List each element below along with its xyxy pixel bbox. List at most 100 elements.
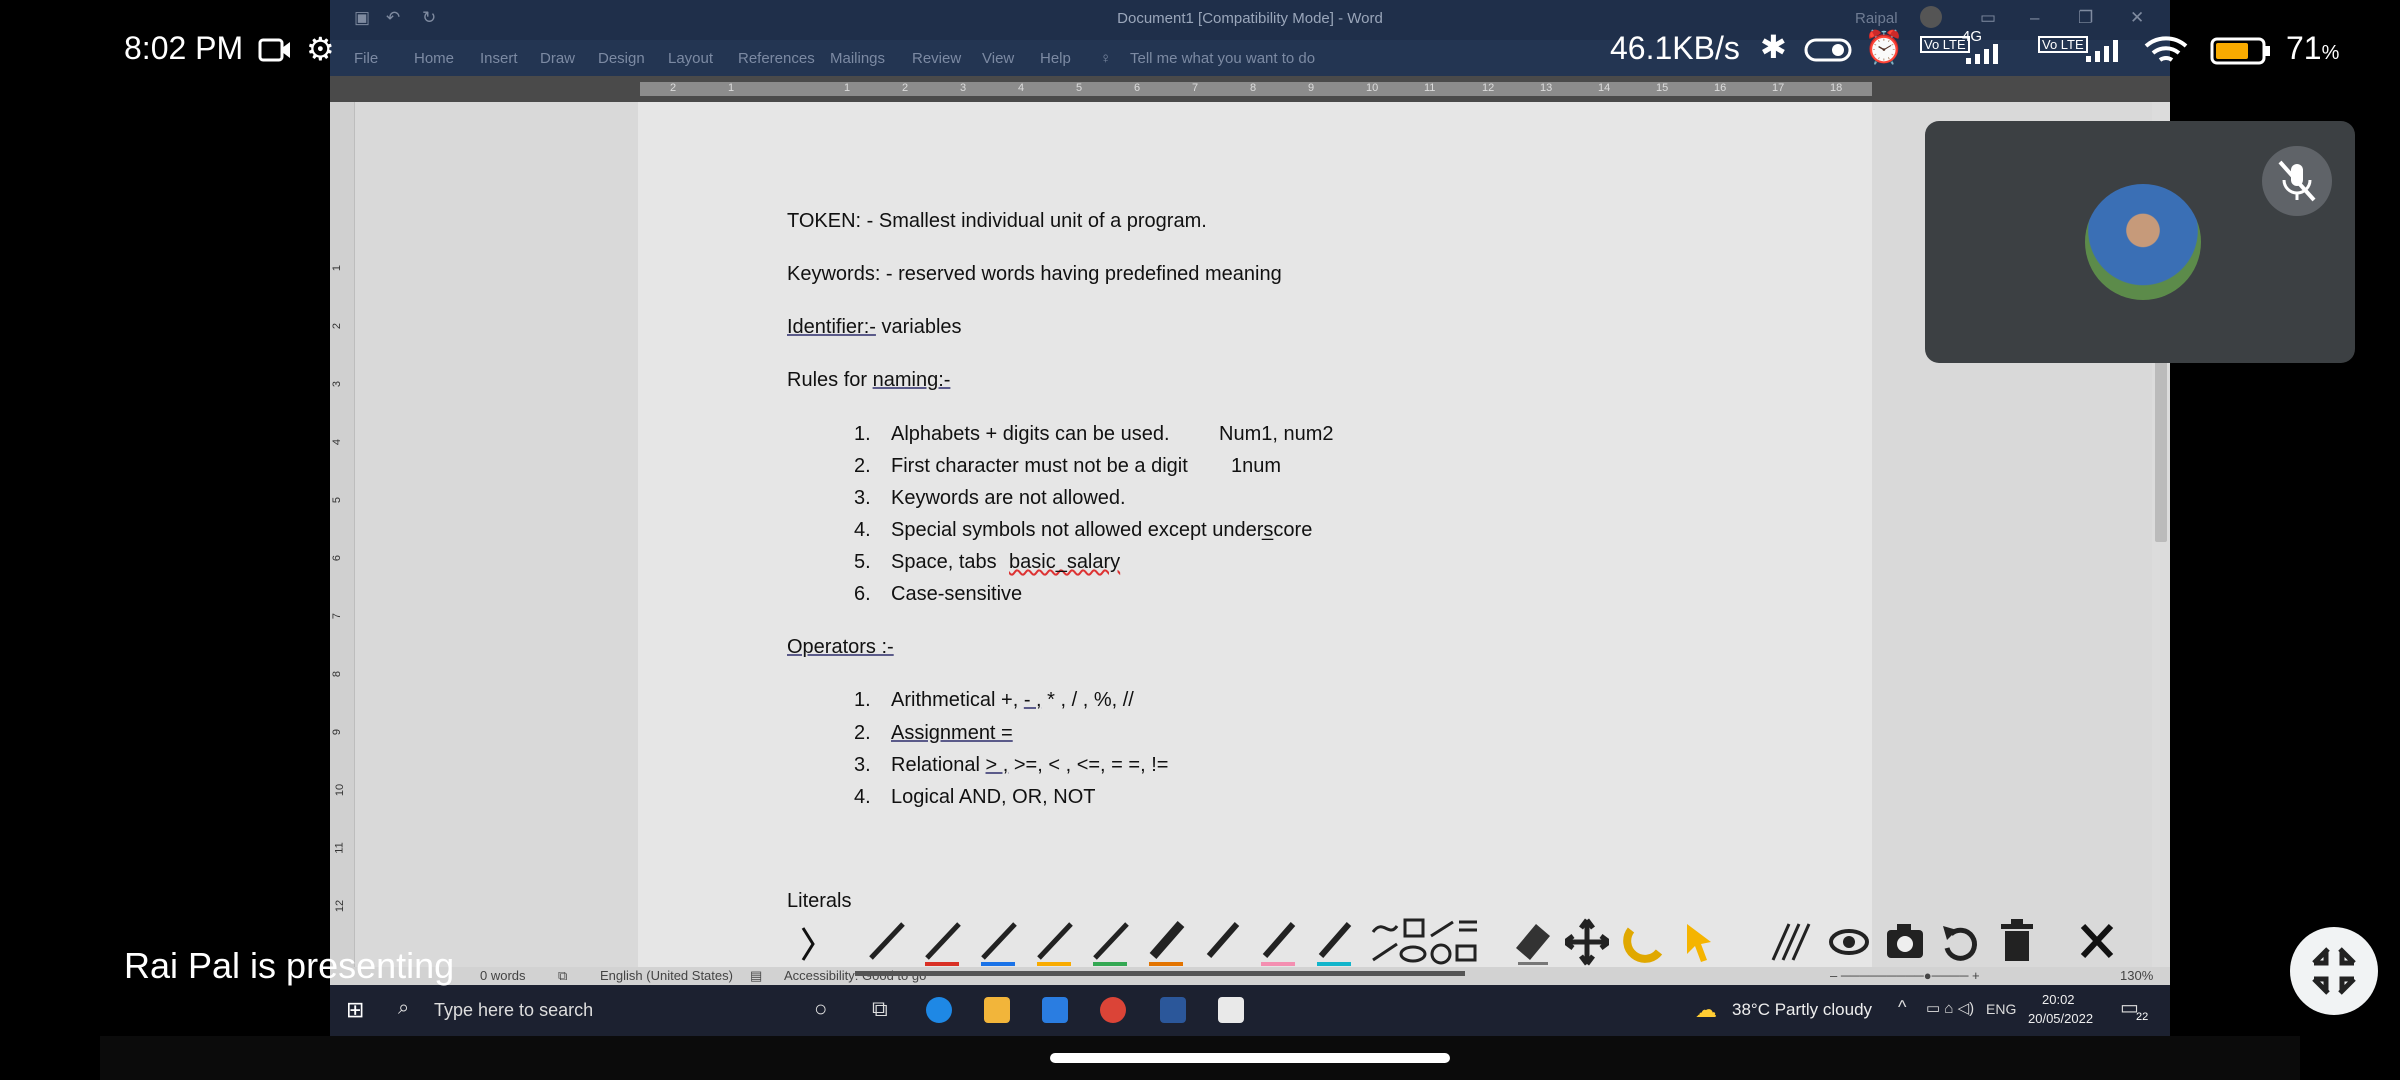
tab-home[interactable]: Home [414,50,454,67]
participant-tile[interactable] [1925,121,2355,363]
tray-chevron-icon[interactable]: ^ [1898,997,1906,1018]
signal-strength-icon [1966,44,1998,64]
move-icon[interactable] [1565,916,1609,968]
op-pre: Relational [891,754,986,776]
tab-draw[interactable]: Draw [540,50,575,67]
undo-icon[interactable] [1939,916,1983,968]
doc-line-identifier: Identifier:- variables [787,316,962,339]
taskbar-search[interactable]: Type here to search [434,1000,593,1021]
home-indicator[interactable] [1050,1053,1450,1063]
op-ul: Assignment = [891,722,1013,744]
clock-date[interactable]: 20/05/2022 [2028,1011,2093,1026]
tab-design[interactable]: Design [598,50,645,67]
ruler-number: 4 [1018,82,1025,94]
list-example: Num1, num2 [1219,423,1334,445]
marker-pink-icon[interactable] [1257,916,1301,968]
marker-teal-icon[interactable] [1313,916,1357,968]
chrome-icon[interactable] [1100,997,1126,1023]
network-speed: 46.1KB/s [1610,30,1740,66]
pen-green-icon[interactable] [1089,916,1133,968]
annotation-toolbar [775,908,2170,980]
file-explorer-icon[interactable] [984,997,1010,1023]
list-item: First character must not be a digit [891,455,1188,477]
shapes-icon[interactable] [1369,916,1479,968]
task-view-icon[interactable]: ⧉ [872,996,888,1022]
pen-blue-icon[interactable] [977,916,1021,968]
edge-icon[interactable] [926,997,952,1023]
pointer-icon[interactable] [1677,916,1721,968]
shared-screen: ▣ ↶ ↻ Document1 [Compatibility Mode] - W… [330,0,2170,1036]
battery-percent: 71% [2286,30,2339,67]
maximize-icon[interactable]: ❐ [2078,8,2093,28]
list-item: Keywords are not allowed. [891,487,1126,509]
mail-icon[interactable] [1042,997,1068,1023]
tell-me-search[interactable]: Tell me what you want to do [1130,50,1315,67]
notes-icon[interactable] [1218,997,1244,1023]
language[interactable]: English (United States) [600,968,733,983]
lightbulb-icon: ♀ [1100,50,1112,67]
search-icon[interactable]: ⌕ [398,997,409,1020]
pen-red-icon[interactable] [921,916,965,968]
eye-icon[interactable] [1827,916,1871,968]
close-annotation-icon[interactable] [2075,916,2119,968]
ruler-number: 4 [331,438,344,446]
windows-start-icon[interactable]: ⊞ [346,997,364,1023]
rules-prefix: Rules for [787,369,873,391]
tray-icons[interactable]: ▭ ⌂ ◁) [1926,999,1974,1017]
participant-avatar [2085,184,2201,300]
weather-text[interactable]: 38°C Partly cloudy [1732,1000,1872,1020]
word-icon[interactable] [1160,997,1186,1023]
pen-yellow-icon[interactable] [1033,916,1077,968]
doc-line-token: TOKEN: - Smallest individual unit of a p… [787,210,1207,232]
ruler-number: 12 [1482,82,1495,94]
tab-help[interactable]: Help [1040,50,1071,67]
document-page[interactable]: TOKEN: - Smallest individual unit of a p… [638,102,1872,967]
ruler-number: 3 [960,82,967,94]
tab-mailings[interactable]: Mailings [830,50,885,67]
tab-insert[interactable]: Insert [480,50,518,67]
close-icon[interactable]: ✕ [2130,8,2144,28]
doc-line-rules: Rules for naming:- [787,369,950,392]
list-item: Assignment = [891,722,1013,745]
ruler-number: 8 [331,670,344,678]
tab-review[interactable]: Review [912,50,961,67]
list-item: Space, tabs [891,551,997,573]
tab-references[interactable]: References [738,50,815,67]
word-count[interactable]: 0 words [480,968,526,983]
signal-strength-2-icon [2086,40,2118,62]
clock-time[interactable]: 20:02 [2042,992,2075,1007]
mic-muted-button[interactable] [2262,146,2332,216]
ruler-number: 13 [1540,82,1553,94]
highlighter-orange-icon[interactable] [1145,916,1189,968]
op-pre: Arithmetical +, [891,689,1024,711]
marker-icon[interactable] [1201,916,1245,968]
list-number: 5. [854,551,871,573]
camera-icon[interactable] [1883,916,1927,968]
ribbon-display-icon[interactable]: ▭ [1980,8,1996,28]
proofing-icon[interactable]: ⧉ [558,968,567,984]
eraser-icon[interactable] [1510,916,1554,968]
trash-icon[interactable] [1995,916,2039,968]
ruler-number: 14 [1598,82,1611,94]
ruler-number: 10 [334,783,347,797]
ruler-number: 1 [844,82,851,94]
clear-strokes-icon[interactable] [1771,916,1815,968]
avatar-small[interactable] [1920,6,1942,28]
battery-value: 71 [2286,30,2322,66]
cortana-icon[interactable]: ○ [814,996,827,1022]
tab-layout[interactable]: Layout [668,50,713,67]
user-name[interactable]: Raipal [1855,10,1898,27]
weather-icon[interactable]: ☁ [1695,997,1717,1023]
ruler-number: 12 [334,899,347,913]
magnet-icon[interactable] [1621,916,1665,968]
input-language[interactable]: ENG [1986,1001,2016,1017]
ruler-number: 17 [1772,82,1785,94]
pen-icon[interactable] [865,916,909,968]
tab-file[interactable]: File [354,50,378,67]
macro-icon[interactable]: ▤ [750,968,762,984]
ruler-number: 2 [331,322,344,330]
ruler-number: 1 [728,82,735,94]
tab-view[interactable]: View [982,50,1014,67]
minimize-icon[interactable]: – [2030,8,2039,28]
exit-fullscreen-button[interactable] [2290,927,2378,1015]
